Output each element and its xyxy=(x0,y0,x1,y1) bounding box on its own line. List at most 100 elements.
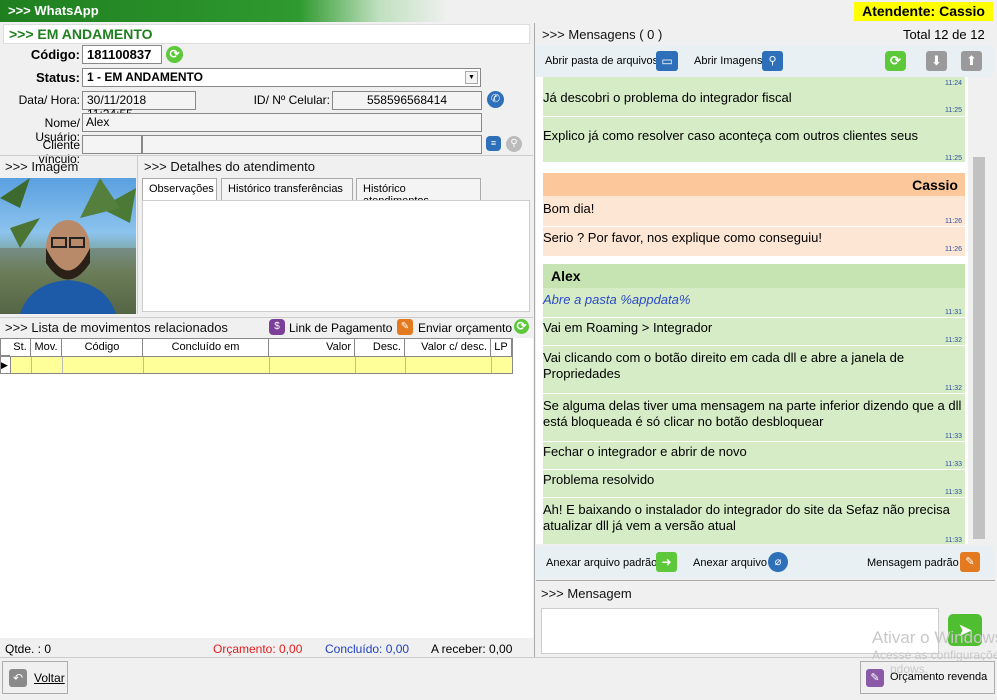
messages-total: Total 12 de 12 xyxy=(903,27,985,42)
message-text: Se alguma delas tiver uma mensagem na pa… xyxy=(543,398,962,429)
ticket-status-header: >>> EM ANDAMENTO xyxy=(9,26,153,42)
app-title: >>> WhatsApp xyxy=(8,3,99,18)
message-text: Problema resolvido xyxy=(543,472,655,487)
col-lp[interactable]: LP xyxy=(491,339,512,356)
paperclip-icon[interactable]: ⌀ xyxy=(768,552,788,572)
payment-link-button[interactable]: Link de Pagamento xyxy=(289,321,392,335)
message-text: Serio ? Por favor, nos explique como con… xyxy=(543,230,822,245)
message-text: Explico já como resolver caso aconteça c… xyxy=(543,128,919,143)
image-search-icon[interactable]: ⚲ xyxy=(762,51,783,71)
table-row[interactable]: ▶ xyxy=(0,356,513,374)
open-images-button[interactable]: Abrir Imagens xyxy=(694,55,762,67)
attach-default-button[interactable]: Anexar arquivo padrão xyxy=(546,557,657,569)
send-quote-button[interactable]: Enviar orçamento xyxy=(418,321,512,335)
arrow-up-icon[interactable]: ⬆ xyxy=(961,51,982,71)
message-time: 11:31 xyxy=(945,309,962,316)
divider xyxy=(137,156,138,314)
tab-observacoes[interactable]: Observações xyxy=(142,178,217,200)
message-time: 11:25 xyxy=(945,107,962,114)
revenue-quote-button[interactable]: ✎ Orçamento revenda xyxy=(860,661,995,694)
refresh-icon[interactable]: ⟳ xyxy=(166,46,183,63)
message-time: 11:33 xyxy=(945,461,962,468)
folder-icon[interactable]: ▭ xyxy=(656,51,678,71)
message-text: Bom dia! xyxy=(543,201,595,216)
tab-historico-transferencias[interactable]: Histórico transferências xyxy=(221,178,353,200)
default-message-button[interactable]: Mensagem padrão xyxy=(867,557,959,569)
col-st[interactable]: St. xyxy=(10,339,31,356)
message-time: 11:33 xyxy=(945,537,962,544)
sender-header-alex xyxy=(543,264,965,288)
send-icon[interactable]: ➤ xyxy=(948,614,982,646)
user-field[interactable]: Alex xyxy=(82,113,482,132)
tab-historico-atendimentos[interactable]: Histórico atendimentos xyxy=(356,178,481,207)
phone-field[interactable]: 558596568414 xyxy=(332,91,482,110)
message-time: 11:26 xyxy=(945,246,962,253)
divider xyxy=(534,23,535,657)
send-quote-icon[interactable]: ✎ xyxy=(397,319,413,335)
image-section-title: >>> Imagem xyxy=(5,159,79,174)
message-text: Abre a pasta %appdata% xyxy=(543,292,691,307)
back-button[interactable]: ↶ Voltar xyxy=(2,661,68,694)
done-total: Concluído: 0,00 xyxy=(325,642,410,656)
movements-grid[interactable] xyxy=(0,338,533,638)
message-time: 11:32 xyxy=(945,385,962,392)
datetime-label: Data/ Hora: xyxy=(18,93,80,107)
col-concluido-em[interactable]: Concluído em xyxy=(143,339,269,356)
sender-name: Alex xyxy=(551,268,581,284)
client-name-field[interactable] xyxy=(142,135,482,154)
col-codigo[interactable]: Código xyxy=(62,339,143,356)
chevron-down-icon[interactable]: ▼ xyxy=(465,71,478,84)
edit-message-icon[interactable]: ✎ xyxy=(960,552,980,572)
search-icon[interactable]: ⚲ xyxy=(506,136,522,152)
message-scrollbar[interactable] xyxy=(970,77,987,544)
messages-header: >>> Mensagens ( 0 ) xyxy=(542,27,663,42)
message-time: 11:24 xyxy=(945,80,962,87)
refresh-movements-icon[interactable]: ⟳ xyxy=(514,319,529,334)
divider xyxy=(0,317,533,318)
message-time: 11:33 xyxy=(945,489,962,496)
row-pointer-icon: ▶ xyxy=(1,357,11,373)
message-time: 11:32 xyxy=(945,337,962,344)
attach-default-icon[interactable]: ➜ xyxy=(656,552,677,572)
title-bar xyxy=(0,0,997,22)
qty-total: Qtde. : 0 xyxy=(5,642,52,656)
refresh-messages-icon[interactable]: ⟳ xyxy=(885,51,906,71)
arrow-down-icon[interactable]: ⬇ xyxy=(926,51,947,71)
payment-link-icon[interactable]: $ xyxy=(269,319,285,335)
attach-file-button[interactable]: Anexar arquivo xyxy=(693,557,767,569)
status-label: Status: xyxy=(35,70,80,85)
message-text: Vai clicando com o botão direito em cada… xyxy=(543,350,905,381)
code-field[interactable]: 181100837 xyxy=(82,45,162,64)
col-valor-desc[interactable]: Valor c/ desc. xyxy=(405,339,491,356)
details-section-title: >>> Detalhes do atendimento xyxy=(144,159,315,174)
status-select-value: 1 - EM ANDAMENTO xyxy=(87,70,204,84)
compose-title: >>> Mensagem xyxy=(541,586,632,601)
col-valor[interactable]: Valor xyxy=(269,339,355,356)
code-label: Código: xyxy=(30,47,80,62)
revenue-quote-label: Orçamento revenda xyxy=(890,671,988,683)
contact-photo xyxy=(0,178,136,314)
budget-total: Orçamento: 0,00 xyxy=(213,642,303,656)
status-select[interactable]: 1 - EM ANDAMENTO ▼ xyxy=(82,68,481,87)
open-folder-button[interactable]: Abrir pasta de arquivos xyxy=(545,55,658,67)
message-time: 11:25 xyxy=(945,155,962,162)
message-text: Ah! E baixando o instalador do integrado… xyxy=(543,502,950,533)
message-time: 11:33 xyxy=(945,433,962,440)
back-arrow-icon: ↶ xyxy=(9,669,27,687)
message-time: 11:26 xyxy=(945,218,962,225)
datetime-field[interactable]: 30/11/2018 11:24:55 xyxy=(82,91,196,121)
phone-label: ID/ Nº Celular: xyxy=(253,93,330,107)
message-input[interactable] xyxy=(541,608,939,654)
sender-name: Cassio xyxy=(912,177,958,193)
message-text: Vai em Roaming > Integrador xyxy=(543,320,713,335)
phone-call-icon[interactable]: ✆ xyxy=(487,91,504,108)
divider xyxy=(536,580,995,581)
scrollbar-thumb[interactable] xyxy=(973,157,985,539)
attendant-badge: Atendente: Cassio xyxy=(854,2,993,21)
col-mov[interactable]: Mov. xyxy=(31,339,62,356)
col-desc[interactable]: Desc. xyxy=(355,339,405,356)
observations-textarea[interactable] xyxy=(142,200,530,312)
message-text: Já descobri o problema do integrador fis… xyxy=(543,90,792,105)
document-icon[interactable]: ≡ xyxy=(486,136,501,151)
client-code-field[interactable] xyxy=(82,135,142,154)
